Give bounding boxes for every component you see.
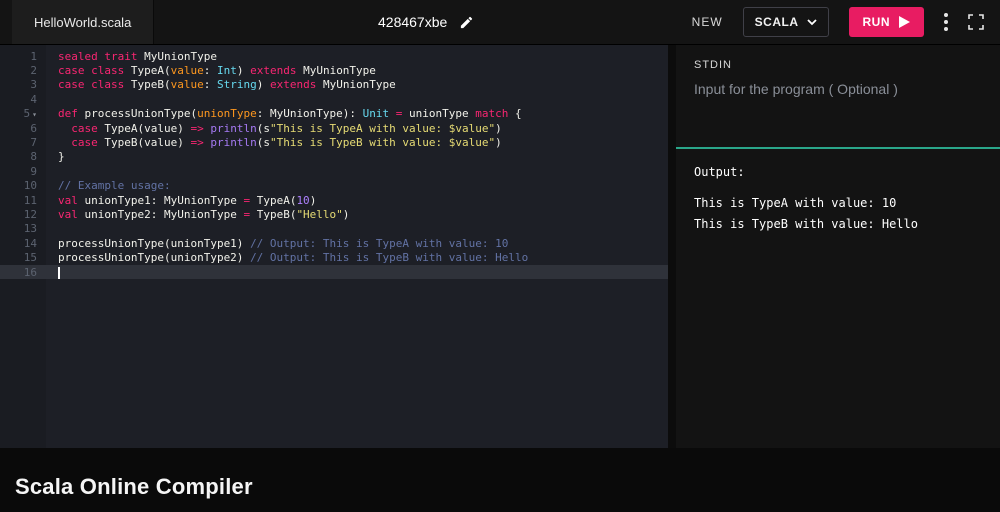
output-line: This is TypeB with value: Hello [694, 217, 918, 231]
code-line[interactable]: 11 val unionType1: MyUnionType = TypeA(10… [0, 193, 668, 207]
line-number[interactable]: 3 [0, 78, 46, 91]
kebab-menu-icon[interactable] [944, 13, 948, 31]
page-title: Scala Online Compiler [15, 474, 253, 499]
code-line[interactable]: 8} [0, 150, 668, 164]
code-line[interactable]: 13 [0, 222, 668, 236]
code-line[interactable]: 4 [0, 92, 668, 106]
line-number[interactable]: 10 [0, 179, 46, 192]
line-number[interactable]: 15 [0, 251, 46, 264]
output-section: Output: This is TypeA with value: 10 This… [694, 165, 982, 235]
io-panel: STDIN Output: This is TypeA with value: … [676, 45, 1000, 448]
stdin-divider [676, 147, 1000, 149]
code-line[interactable]: 15 processUnionType(unionType2) // Output… [0, 250, 668, 264]
footer: Scala Online Compiler [0, 448, 1000, 512]
line-number[interactable]: 12 [0, 208, 46, 221]
line-number[interactable]: 9 [0, 165, 46, 178]
topbar: HelloWorld.scala 428467xbe NEW SCALA RUN [0, 0, 1000, 45]
run-button-label: RUN [862, 15, 890, 29]
code-line[interactable]: 16 [0, 264, 668, 280]
line-number[interactable]: 13 [0, 222, 46, 235]
project-title: 428467xbe [378, 0, 474, 44]
code-line[interactable]: 9 [0, 164, 668, 178]
line-number[interactable]: 16 [0, 266, 46, 279]
code-editor[interactable]: 1 sealed trait MyUnionType 2 case class Typ… [0, 45, 668, 448]
stdin-label: STDIN [694, 59, 732, 71]
editor-tab[interactable]: HelloWorld.scala [12, 0, 155, 44]
line-number[interactable]: 1 [0, 50, 46, 63]
text-cursor [58, 266, 60, 279]
line-number[interactable]: 11 [0, 194, 46, 207]
language-selector-label: SCALA [754, 15, 799, 29]
output-lines: This is TypeA with value: 10 This is Type… [694, 193, 982, 235]
edit-pencil-icon[interactable] [459, 15, 474, 30]
main-area: 1 sealed trait MyUnionType 2 case class Typ… [0, 45, 1000, 448]
code-line[interactable]: 2 case class TypeA(value: Int) extends My… [0, 63, 668, 77]
code-line[interactable]: 1 sealed trait MyUnionType [0, 49, 668, 63]
line-number[interactable]: 5 ▾ [0, 107, 46, 120]
code-line[interactable]: 3 case class TypeB(value: String) extends… [0, 78, 668, 92]
line-number[interactable]: 2 [0, 64, 46, 77]
line-number[interactable]: 7 [0, 136, 46, 149]
run-button[interactable]: RUN [848, 7, 924, 37]
code-line[interactable]: 6 case TypeA(value) => println(s"This is… [0, 121, 668, 135]
line-number[interactable]: 8 [0, 150, 46, 163]
line-number[interactable]: 14 [0, 237, 46, 250]
chevron-down-icon [806, 18, 817, 26]
output-line: This is TypeA with value: 10 [694, 196, 897, 210]
new-button[interactable]: NEW [692, 15, 723, 29]
line-number[interactable]: 6 [0, 122, 46, 135]
code-line[interactable]: 10// Example usage: [0, 179, 668, 193]
code-line[interactable]: 14 processUnionType(unionType1) // Output… [0, 236, 668, 250]
stdin-input[interactable] [694, 81, 982, 139]
play-icon [899, 16, 910, 28]
fold-arrow-icon[interactable]: ▾ [32, 110, 37, 119]
code-lines: 1 sealed trait MyUnionType 2 case class Typ… [0, 45, 668, 280]
project-id: 428467xbe [378, 14, 448, 30]
topbar-actions: NEW SCALA RUN [692, 7, 1000, 37]
language-selector[interactable]: SCALA [742, 7, 829, 37]
line-number[interactable]: 4 [0, 93, 46, 106]
editor-tab-label: HelloWorld.scala [34, 14, 132, 30]
code-line[interactable]: 12 val unionType2: MyUnionType = TypeB("H… [0, 207, 668, 221]
fullscreen-icon[interactable] [968, 14, 984, 30]
output-label: Output: [694, 165, 745, 179]
code-line[interactable]: 7 case TypeB(value) => println(s"This is… [0, 135, 668, 149]
code-line[interactable]: 5 ▾ def processUnionType(unionType: MyUnio… [0, 107, 668, 121]
